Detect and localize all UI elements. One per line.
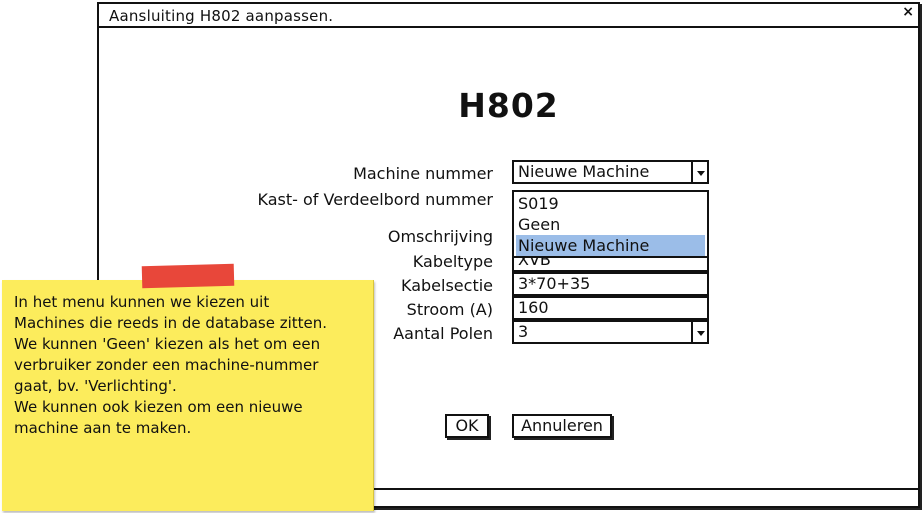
ok-button[interactable]: OK <box>445 414 489 438</box>
title-bar: Aansluiting H802 aanpassen. × <box>99 4 918 28</box>
close-icon[interactable]: × <box>902 5 914 19</box>
aantal-polen-select[interactable]: 3 <box>512 320 709 344</box>
chevron-down-icon[interactable] <box>691 320 709 344</box>
stroom-value: 160 <box>518 298 549 317</box>
window-title: Aansluiting H802 aanpassen. <box>109 7 334 25</box>
omschrijving-label: Omschrijving <box>387 227 493 246</box>
aantal-polen-label: Aantal Polen <box>393 324 493 343</box>
kabeltype-label: Kabeltype <box>412 252 493 271</box>
chevron-down-icon[interactable] <box>691 160 709 184</box>
stroom-field[interactable]: 160 <box>512 296 709 320</box>
kabelsectie-value: 3*70+35 <box>518 274 591 293</box>
machine-nummer-select[interactable]: Nieuwe Machine <box>512 160 709 184</box>
stroom-label: Stroom (A) <box>406 300 493 319</box>
sticky-note: In het menu kunnen we kiezen uit Machine… <box>2 280 374 511</box>
kast-nummer-label: Kast- of Verdeelbord nummer <box>257 190 493 209</box>
machine-nummer-value: Nieuwe Machine <box>518 162 650 181</box>
menu-item-s019[interactable]: S019 <box>516 193 705 214</box>
kabelsectie-label: Kabelsectie <box>401 276 493 295</box>
machine-dropdown-menu: S019 Geen Nieuwe Machine <box>512 190 709 258</box>
aantal-polen-value: 3 <box>518 322 529 341</box>
menu-item-nieuwe-machine[interactable]: Nieuwe Machine <box>516 235 705 256</box>
menu-item-geen[interactable]: Geen <box>516 214 705 235</box>
sticky-note-text: In het menu kunnen we kiezen uit Machine… <box>14 293 328 437</box>
cancel-button[interactable]: Annuleren <box>512 414 612 438</box>
kabelsectie-field[interactable]: 3*70+35 <box>512 272 709 296</box>
tape-decoration <box>141 263 235 289</box>
machine-nummer-label: Machine nummer <box>353 164 493 183</box>
page-title: H802 <box>458 86 559 125</box>
